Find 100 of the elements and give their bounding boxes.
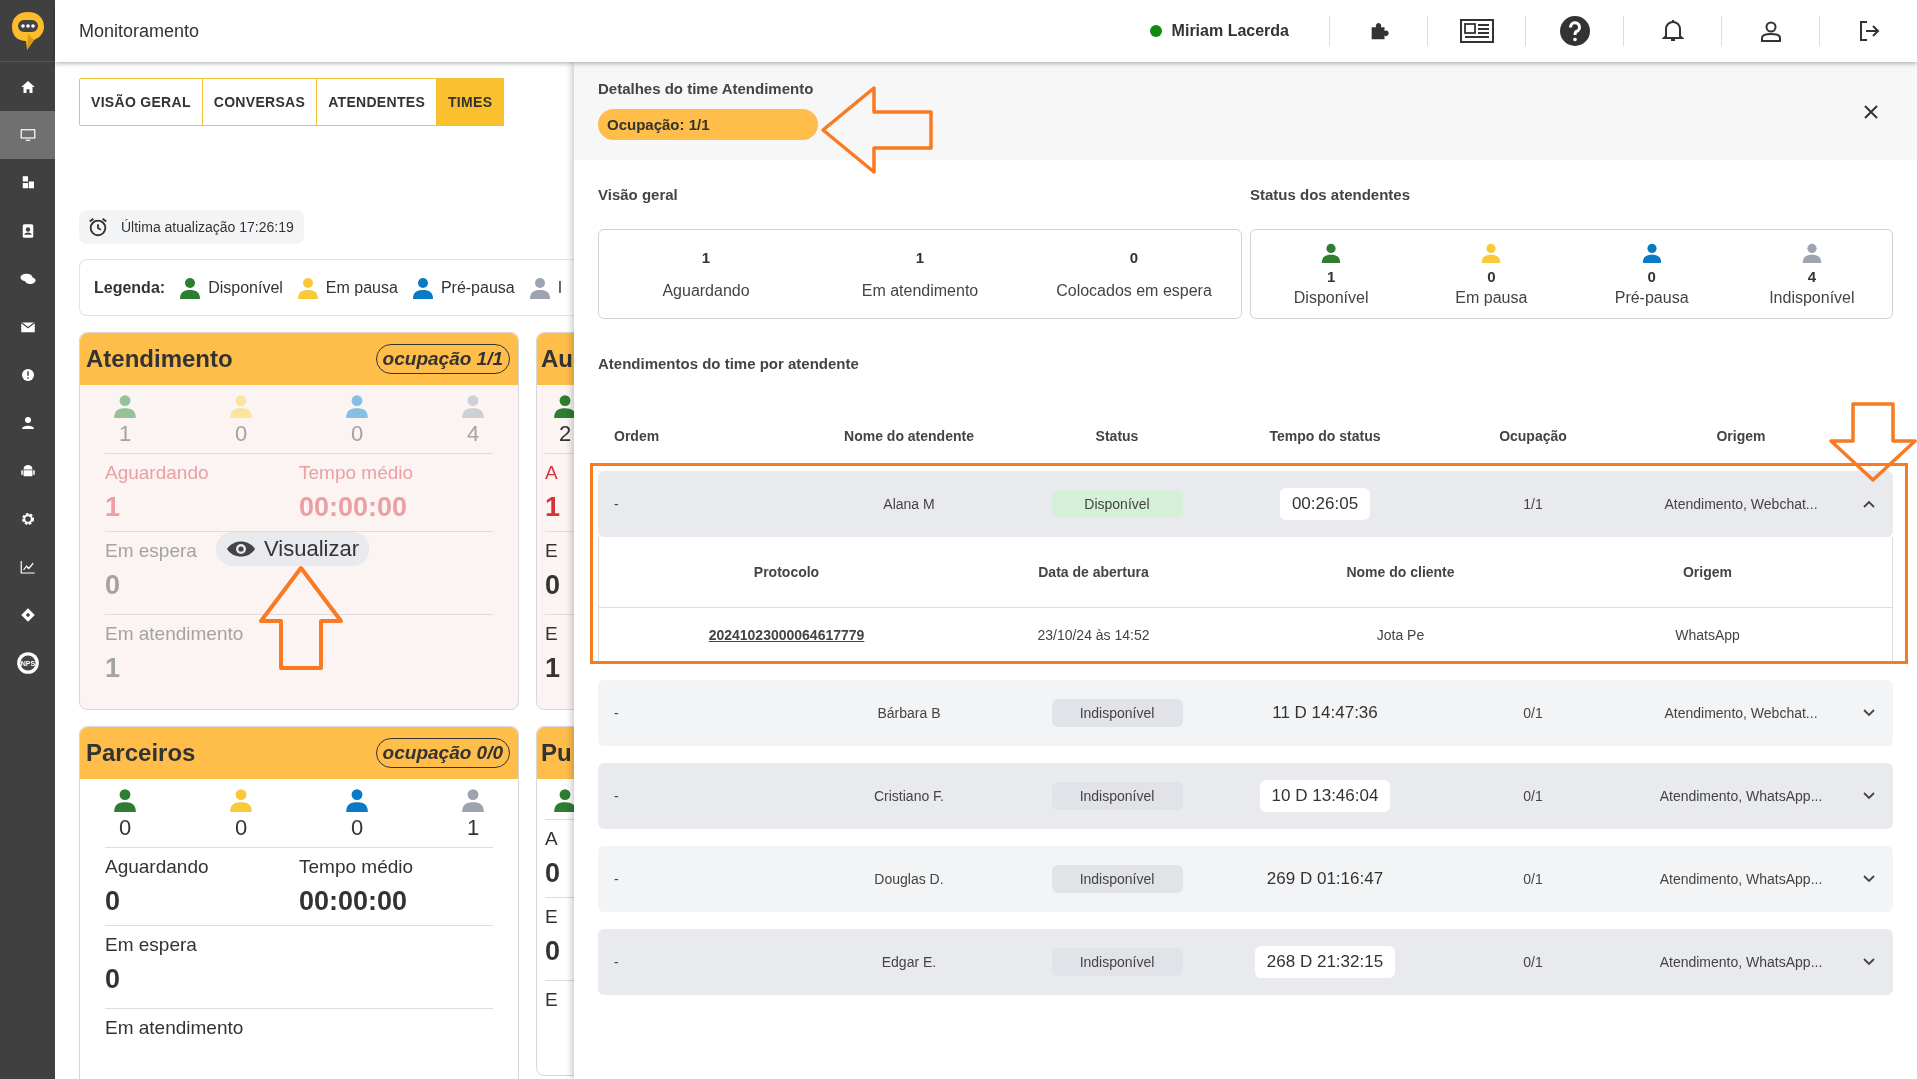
agent-name: Cristiano F.	[873, 788, 945, 804]
chevron-icon[interactable]	[1862, 874, 1876, 884]
metric-value: 1	[545, 653, 561, 684]
column-header: Nome do cliente	[1345, 564, 1456, 580]
metric-label: Tempo médio	[299, 462, 415, 484]
agent-name: Alana M	[882, 496, 936, 512]
card-title: Au	[541, 345, 573, 373]
column-header: Origem	[1715, 428, 1767, 444]
status-label: Disponível	[1293, 288, 1369, 307]
metric-label: A	[545, 462, 559, 484]
alarm-clock-icon	[87, 216, 109, 238]
close-icon	[1863, 104, 1879, 120]
client-cell-text: Jota Pe	[1375, 627, 1426, 643]
occupancy-cell-text: 0/1	[1522, 705, 1544, 721]
date-cell-text: 23/10/24 às 14:52	[1036, 627, 1151, 643]
count-value: 4	[466, 421, 480, 447]
agent-name: Edgar E.	[880, 954, 938, 970]
help-icon[interactable]	[1558, 15, 1591, 47]
monitor-icon[interactable]	[18, 126, 37, 144]
order-cell-text: -	[613, 788, 620, 804]
team-card[interactable]: Parceiros ocupação 0/0 0 0 0 1 Aguardando 0 Tempo médio 00:00:00 Em espera 0 Em atendimento	[79, 726, 519, 1079]
agent-row[interactable]: - Edgar E. Indisponível 268 D 21:32:15 0/1 Atendimento, WhatsApp...	[598, 929, 1893, 995]
origin-cell-text: Atendimento, Webchat...	[1663, 496, 1819, 512]
chevron-icon[interactable]	[1862, 791, 1876, 801]
chevron-icon[interactable]	[1862, 499, 1876, 509]
status-time: 10 D 13:46:04	[1259, 780, 1391, 812]
agent-row[interactable]: - Alana M Disponível 00:26:05 1/1 Atendimento, Webchat...	[598, 471, 1893, 537]
occupancy-cell-text: 0/1	[1522, 871, 1544, 887]
user-name[interactable]: Miriam Lacerda	[1171, 22, 1289, 40]
metric-value: 0	[545, 858, 562, 889]
metric-label: E	[545, 989, 558, 1011]
count-value: 1	[466, 815, 480, 841]
metric-value: 1	[105, 653, 121, 684]
status-count: 1	[1326, 267, 1336, 285]
metric-value: 1	[105, 492, 122, 523]
eye-icon	[226, 539, 256, 559]
view-button[interactable]: Visualizar	[216, 532, 369, 566]
tab[interactable]: ATENDENTES	[317, 78, 437, 126]
tab[interactable]: TIMES	[437, 78, 505, 126]
order-cell-text: -	[613, 496, 620, 512]
chevron-icon[interactable]	[1862, 957, 1876, 967]
status-tag: Indisponível	[1051, 782, 1183, 810]
metric-label: Em atendimento	[105, 623, 244, 645]
metric-label: Aguardando	[105, 462, 210, 484]
metric-value: 0	[105, 964, 121, 995]
status-time: 268 D 21:32:15	[1254, 946, 1396, 978]
metric-label: Tempo médio	[299, 856, 415, 878]
status-count: 0	[1487, 267, 1496, 285]
team-card[interactable]: Au 2 A 1 E 0 E 1	[536, 332, 574, 710]
protocol-link[interactable]: 20241023000064617779	[633, 627, 940, 643]
origin-cell-text: Atendimento, WhatsApp...	[1658, 871, 1824, 887]
order-cell-text: -	[613, 954, 620, 970]
card-title: Pu	[541, 739, 572, 767]
origin-cell-text: Atendimento, WhatsApp...	[1658, 954, 1824, 970]
chevron-icon[interactable]	[1862, 708, 1876, 718]
origin-cell-text: Atendimento, Webchat...	[1663, 705, 1819, 721]
metric-value: 0	[545, 936, 561, 967]
column-header: Origem	[1682, 564, 1733, 580]
status-time: 11 D 14:47:36	[1271, 702, 1379, 724]
chart-icon[interactable]	[18, 558, 37, 576]
logo-icon[interactable]	[9, 9, 46, 52]
metric-label: E	[545, 540, 558, 562]
order-cell-text: -	[613, 871, 620, 887]
section-title: Status dos atendentes	[1250, 186, 1412, 203]
user-icon[interactable]	[1758, 19, 1783, 43]
status-time: 269 D 01:16:47	[1265, 868, 1385, 890]
column-header: Data de abertura	[1037, 564, 1150, 580]
status-tag: Indisponível	[1051, 699, 1183, 727]
legend-title: Legenda:	[94, 278, 166, 297]
count-value: 0	[350, 421, 364, 447]
overview-value: 1	[701, 248, 711, 266]
overview-label: Colocados em espera	[1056, 281, 1212, 300]
count-value: 2	[558, 421, 572, 447]
section-title: Visão geral	[598, 186, 679, 203]
agent-row[interactable]: - Bárbara B Indisponível 11 D 14:47:36 0/1 Atendimento, Webchat...	[598, 680, 1893, 746]
tab[interactable]: VISÃO GERAL	[79, 78, 203, 126]
metric-value: 0	[105, 886, 122, 917]
occupancy-cell-text: 0/1	[1522, 954, 1544, 970]
agent-row[interactable]: - Douglas D. Indisponível 269 D 01:16:47 0/1 Atendimento, WhatsApp...	[598, 846, 1893, 912]
metric-value: 0	[545, 570, 561, 601]
newspaper-icon[interactable]	[1458, 18, 1495, 44]
last-update-text: Última atualização 17:26:19	[121, 219, 294, 235]
card-title: Atendimento	[86, 345, 233, 373]
tab[interactable]: CONVERSAS	[202, 78, 318, 126]
count-value: 0	[118, 815, 132, 841]
legend-label: I	[557, 278, 563, 297]
count-value: 0	[234, 421, 248, 447]
metric-label: Aguardando	[105, 856, 210, 878]
metric-label: Em atendimento	[105, 1017, 244, 1039]
column-header: Ordem	[613, 428, 661, 444]
agent-row[interactable]: - Cristiano F. Indisponível 10 D 13:46:04 0/1 Atendimento, WhatsApp...	[598, 763, 1893, 829]
status-tag: Indisponível	[1051, 865, 1183, 893]
legend-label: Disponível	[208, 278, 283, 297]
metric-label: Em espera	[105, 540, 197, 562]
team-card[interactable]: Pu A 0 E 0 E	[536, 726, 574, 1076]
team-card[interactable]: Atendimento ocupação 1/1 1 0 0 4 Aguardando 1 Tempo médio 00:00:00 Em espera 0 Em atendimento 1 Visualizar	[79, 332, 519, 710]
bell-icon[interactable]	[1660, 18, 1685, 44]
status-time: 00:26:05	[1279, 488, 1371, 520]
occupancy-badge: Ocupação: 1/1	[598, 109, 818, 140]
status-count: 0	[1647, 267, 1656, 285]
